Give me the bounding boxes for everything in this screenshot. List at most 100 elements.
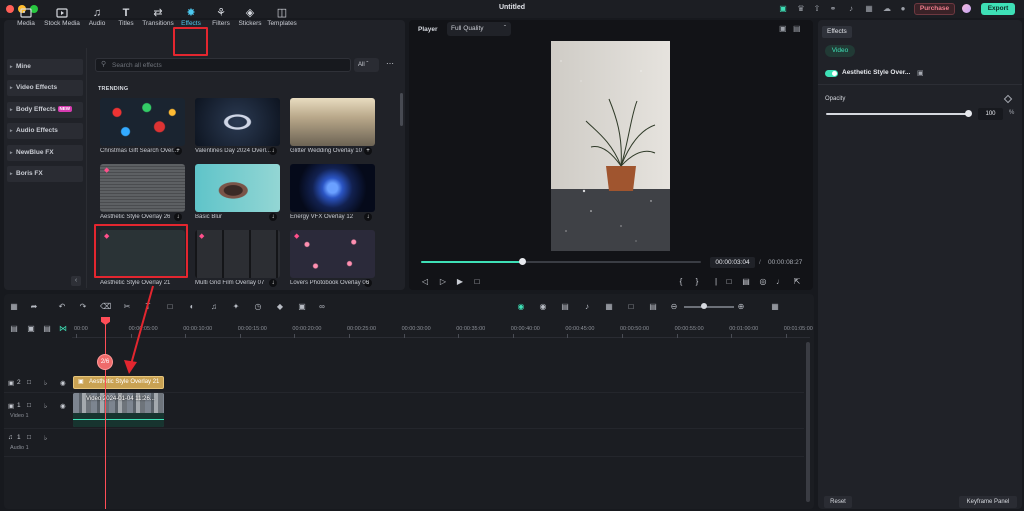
- mark-in-icon[interactable]: {: [676, 277, 686, 286]
- toolbar-effects[interactable]: ✸ Effects: [174, 7, 208, 27]
- video-clip[interactable]: Video 2024-01-04 11:26...: [73, 393, 164, 427]
- toolbar-titles[interactable]: T Titles: [109, 7, 143, 27]
- browser-scrollbar[interactable]: [400, 93, 403, 126]
- play-icon[interactable]: ▶: [455, 277, 465, 286]
- camera-icon[interactable]: ◎: [758, 277, 768, 286]
- bell-icon[interactable]: ♪: [846, 4, 856, 14]
- playback-scrubber[interactable]: [421, 258, 701, 265]
- snapshot-icon[interactable]: ▣: [779, 24, 787, 33]
- render-icon[interactable]: ◉: [516, 302, 526, 311]
- zoom-in-icon[interactable]: ⊕: [736, 302, 746, 311]
- more-options-button[interactable]: ⋯: [384, 58, 396, 72]
- toolbar-stock-media[interactable]: Stock Media: [44, 7, 80, 27]
- select-tool-icon[interactable]: ➦: [29, 302, 39, 311]
- sidebar-item-mine[interactable]: ▸ Mine: [7, 59, 83, 75]
- shield-icon[interactable]: ▤: [560, 302, 570, 311]
- zoom-slider[interactable]: [684, 306, 734, 308]
- folder-icon[interactable]: □: [27, 379, 31, 386]
- search-input[interactable]: [112, 60, 342, 70]
- speed-icon[interactable]: ◷: [253, 302, 263, 311]
- sidebar-item-body-effects[interactable]: ▸ Body Effects NEW: [7, 102, 83, 118]
- tab-effects[interactable]: Effects: [822, 26, 852, 38]
- ai-tool-icon[interactable]: ✦: [231, 302, 241, 311]
- grid-view-icon[interactable]: ▦: [770, 302, 780, 311]
- snap-magnet-icon[interactable]: ⋈: [58, 324, 68, 333]
- audio-adjust-icon[interactable]: ♫: [209, 302, 219, 311]
- effect-card[interactable]: ◆ ↓ Aesthetic Style Overlay 26: [100, 164, 185, 224]
- marker-icon[interactable]: □: [626, 302, 636, 311]
- zoom-slider-handle[interactable]: [701, 303, 707, 309]
- effect-card[interactable]: ↓ Valentines Day 2024 Overl...: [195, 98, 280, 158]
- avatar[interactable]: [962, 4, 971, 13]
- step-back-icon[interactable]: ◁: [420, 277, 430, 286]
- link-track-icon[interactable]: ▣: [26, 324, 36, 333]
- reset-button[interactable]: Reset: [824, 496, 852, 508]
- toolbar-templates[interactable]: ◫ Templates: [265, 7, 299, 27]
- account-icon[interactable]: ●: [898, 4, 908, 14]
- gift-icon[interactable]: ▣: [778, 4, 788, 14]
- effect-card[interactable]: ↓ Energy VFX Overlay 12: [290, 164, 375, 224]
- folder-icon[interactable]: □: [27, 402, 31, 409]
- audio-mute-icon[interactable]: ♭: [44, 402, 47, 410]
- quality-dropdown[interactable]: Full Quality ˇ: [447, 22, 511, 36]
- headset-icon[interactable]: ⚭: [828, 4, 838, 14]
- effect-clip[interactable]: ▣ Aesthetic Style Overlay 21: [73, 376, 164, 389]
- scrubber-handle[interactable]: [518, 258, 526, 265]
- filter-dropdown[interactable]: All ˇ: [354, 58, 379, 72]
- mark-out-icon[interactable]: }: [692, 277, 702, 286]
- opacity-slider-handle[interactable]: [965, 110, 972, 117]
- keyframe-icon[interactable]: ◆: [275, 302, 285, 311]
- keyframe-panel-button[interactable]: Keyframe Panel: [959, 496, 1017, 508]
- toolbar-transitions[interactable]: ⇄ Transitions: [141, 7, 175, 27]
- grid-icon[interactable]: ▦: [864, 4, 874, 14]
- folder-icon[interactable]: □: [27, 434, 31, 441]
- add-track-icon[interactable]: ▤: [9, 324, 19, 333]
- eye-icon[interactable]: ◉: [60, 402, 66, 410]
- snap-icon[interactable]: ◉: [538, 302, 548, 311]
- microphone-icon[interactable]: ♪: [582, 302, 592, 311]
- zoom-out-icon[interactable]: ⊖: [669, 302, 679, 311]
- redo-icon[interactable]: ↷: [78, 302, 88, 311]
- image-icon[interactable]: ▤: [793, 24, 801, 33]
- opacity-value[interactable]: 100: [978, 108, 1003, 120]
- effect-toggle[interactable]: [825, 70, 838, 77]
- split-view-icon[interactable]: ▤: [648, 302, 658, 311]
- sidebar-item-video-effects[interactable]: ▸ Video Effects: [7, 80, 83, 96]
- layout-icon[interactable]: ▦: [9, 302, 19, 311]
- monitor-icon[interactable]: ▤: [741, 277, 751, 286]
- purchase-button[interactable]: Purchase: [914, 3, 955, 15]
- preview-icon[interactable]: ▤: [42, 324, 52, 333]
- voiceover-icon[interactable]: ▦: [604, 302, 614, 311]
- toolbar-media[interactable]: Media: [9, 7, 43, 27]
- effect-card[interactable]: ◆ ↓ Lovers Photobook Overlay 06: [290, 230, 375, 290]
- playhead[interactable]: [105, 322, 106, 509]
- effect-card[interactable]: + Glitter Wedding Overlay 10: [290, 98, 375, 158]
- upload-icon[interactable]: ⇧: [812, 4, 822, 14]
- volume-icon[interactable]: ♩: [775, 277, 785, 286]
- color-icon[interactable]: ◐: [187, 302, 197, 311]
- undo-icon[interactable]: ↶: [57, 302, 67, 311]
- download-cloud-icon[interactable]: ☁: [882, 4, 892, 14]
- crop-icon[interactable]: □: [165, 302, 175, 311]
- collapse-sidebar-button[interactable]: ‹: [71, 276, 81, 286]
- transform-icon[interactable]: ▣: [297, 302, 307, 311]
- toolbar-stickers[interactable]: ◈ Stickers: [233, 7, 267, 27]
- video-chip[interactable]: Video: [825, 45, 855, 57]
- delete-icon[interactable]: ⌫: [100, 302, 111, 311]
- crown-icon[interactable]: ♛: [796, 4, 806, 14]
- eye-icon[interactable]: ◉: [60, 379, 66, 387]
- expand-icon[interactable]: ⇱: [792, 277, 802, 286]
- export-button[interactable]: Export: [981, 3, 1015, 15]
- sidebar-item-newblue-fx[interactable]: ▸ NewBlue FX: [7, 145, 83, 161]
- sidebar-item-boris-fx[interactable]: ▸ Boris FX: [7, 166, 83, 182]
- frame-back-icon[interactable]: ▷: [438, 277, 448, 286]
- sidebar-item-audio-effects[interactable]: ▸ Audio Effects: [7, 123, 83, 139]
- audio-mute-icon[interactable]: ♭: [44, 434, 47, 442]
- effect-card[interactable]: + Christmas Gift Search Over...: [100, 98, 185, 158]
- lock-icon[interactable]: ♭: [44, 379, 47, 387]
- fullscreen-icon[interactable]: □: [724, 277, 734, 286]
- opacity-slider[interactable]: [826, 113, 969, 115]
- timeline-scrollbar[interactable]: [806, 342, 810, 502]
- copy-icon[interactable]: ▣: [917, 69, 924, 77]
- effect-card[interactable]: ◆ ↓ Multi Grid Film Overlay 07: [195, 230, 280, 290]
